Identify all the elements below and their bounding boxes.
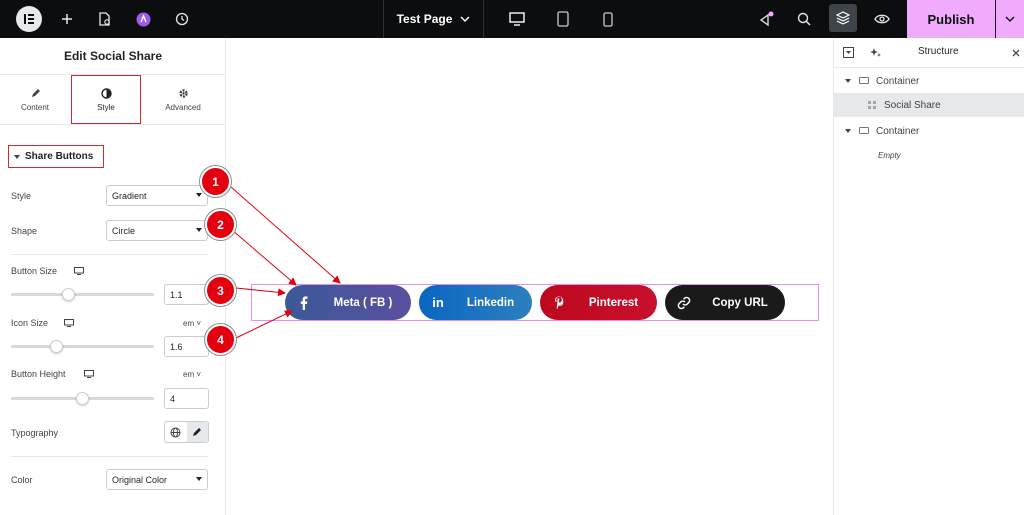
container-icon: [859, 77, 869, 84]
tree-item-label: Container: [876, 75, 920, 87]
annotation-badge-3: 3: [205, 275, 236, 306]
caret-down-icon: [845, 129, 851, 133]
tree-item-empty: Empty: [834, 143, 1024, 167]
annotation-badge-4: 4: [205, 324, 236, 355]
tree-item-label: Social Share: [884, 99, 941, 111]
widget-icon: [868, 101, 876, 109]
annotation-arrow-4: [235, 310, 293, 339]
annotation-arrow-3: [235, 287, 286, 297]
structure-header: Structure: [834, 38, 1024, 68]
structure-title: Structure: [918, 46, 959, 57]
tree-item-label: Empty: [878, 150, 901, 160]
tree-item-label: Container: [876, 125, 920, 137]
caret-down-icon: [845, 79, 851, 83]
structure-panel: Structure Container Social Share Contain…: [833, 38, 1024, 515]
sparkle-icon[interactable]: [870, 47, 881, 58]
tree-item-social-share[interactable]: Social Share: [834, 93, 1024, 117]
container-icon: [859, 127, 869, 134]
annotation-arrow-2: [231, 229, 297, 286]
close-icon[interactable]: [1012, 49, 1020, 57]
annotation-badge-2: 2: [205, 209, 236, 240]
tree-item-container[interactable]: Container: [834, 69, 1024, 93]
collapse-all-icon[interactable]: [843, 47, 854, 58]
annotation-arrow-1: [230, 186, 341, 284]
annotation-badge-1: 1: [200, 166, 231, 197]
tree-item-container[interactable]: Container: [834, 119, 1024, 143]
